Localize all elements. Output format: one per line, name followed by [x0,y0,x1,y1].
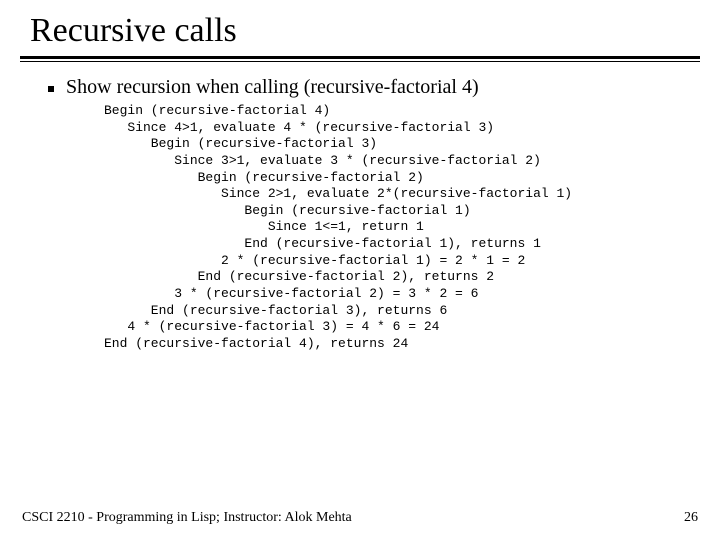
footer-left: CSCI 2210 - Programming in Lisp; Instruc… [22,510,352,526]
bullet-item: Show recursion when calling (recursive-f… [48,76,700,99]
footer: CSCI 2210 - Programming in Lisp; Instruc… [0,510,720,526]
code-trace: Begin (recursive-factorial 4) Since 4>1,… [104,103,700,352]
slide-title: Recursive calls [30,12,700,50]
title-rule-thick [20,56,700,59]
title-rule-thin [20,61,700,62]
bullet-text: Show recursion when calling (recursive-f… [66,76,479,99]
slide: Recursive calls Show recursion when call… [0,0,720,540]
page-number: 26 [684,510,698,526]
bullet-icon [48,86,54,92]
